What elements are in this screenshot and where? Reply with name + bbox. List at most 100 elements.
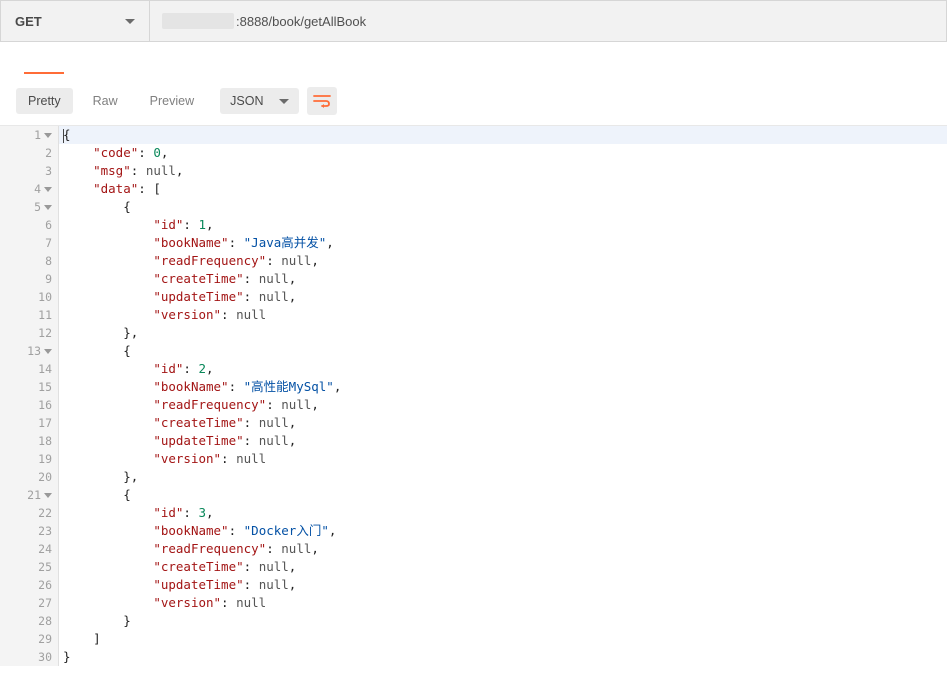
fold-toggle-icon[interactable]: [44, 349, 52, 354]
code-line[interactable]: 5 {: [0, 198, 947, 216]
line-number: 9: [0, 270, 59, 288]
line-number: 22: [0, 504, 59, 522]
code-content: "readFrequency": null,: [59, 540, 947, 558]
code-line[interactable]: 18 "updateTime": null,: [0, 432, 947, 450]
tab-pretty[interactable]: Pretty: [16, 88, 73, 114]
wrap-lines-button[interactable]: [307, 87, 337, 115]
line-number: 20: [0, 468, 59, 486]
line-number: 29: [0, 630, 59, 648]
code-line[interactable]: 19 "version": null: [0, 450, 947, 468]
response-body-viewer[interactable]: 1{2 "code": 0,3 "msg": null,4 "data": [5…: [0, 125, 947, 666]
code-line[interactable]: 15 "bookName": "高性能MySql",: [0, 378, 947, 396]
code-content: "version": null: [59, 450, 947, 468]
code-content: }: [59, 648, 947, 666]
line-number: 23: [0, 522, 59, 540]
code-line[interactable]: 27 "version": null: [0, 594, 947, 612]
code-line[interactable]: 16 "readFrequency": null,: [0, 396, 947, 414]
line-number: 2: [0, 144, 59, 162]
code-line[interactable]: 10 "updateTime": null,: [0, 288, 947, 306]
code-content: ]: [59, 630, 947, 648]
code-line[interactable]: 14 "id": 2,: [0, 360, 947, 378]
code-content: "updateTime": null,: [59, 432, 947, 450]
fold-toggle-icon[interactable]: [44, 205, 52, 210]
code-line[interactable]: 21 {: [0, 486, 947, 504]
fold-toggle-icon[interactable]: [44, 187, 52, 192]
active-tab-underline: [24, 72, 64, 74]
http-method-label: GET: [15, 14, 42, 29]
line-number: 11: [0, 306, 59, 324]
code-content: "bookName": "Java高并发",: [59, 234, 947, 252]
code-content: "id": 1,: [59, 216, 947, 234]
response-view-controls: Pretty Raw Preview JSON: [0, 75, 947, 125]
code-content: "id": 3,: [59, 504, 947, 522]
code-line[interactable]: 22 "id": 3,: [0, 504, 947, 522]
code-line[interactable]: 13 {: [0, 342, 947, 360]
request-bar: GET :8888/book/getAllBook: [0, 0, 947, 42]
code-content: "code": 0,: [59, 144, 947, 162]
line-number: 3: [0, 162, 59, 180]
code-line[interactable]: 23 "bookName": "Docker入门",: [0, 522, 947, 540]
tab-underline-row: [0, 42, 947, 75]
tab-preview[interactable]: Preview: [138, 88, 206, 114]
format-label: JSON: [230, 94, 263, 108]
code-line[interactable]: 2 "code": 0,: [0, 144, 947, 162]
line-number: 1: [0, 126, 59, 144]
code-content: "updateTime": null,: [59, 288, 947, 306]
code-content: "bookName": "Docker入门",: [59, 522, 947, 540]
redacted-host: [162, 13, 234, 29]
code-content: "version": null: [59, 594, 947, 612]
code-content: "data": [: [59, 180, 947, 198]
code-line[interactable]: 3 "msg": null,: [0, 162, 947, 180]
code-line[interactable]: 28 }: [0, 612, 947, 630]
code-content: "updateTime": null,: [59, 576, 947, 594]
line-number: 6: [0, 216, 59, 234]
code-content: "id": 2,: [59, 360, 947, 378]
line-number: 19: [0, 450, 59, 468]
code-line[interactable]: 20 },: [0, 468, 947, 486]
line-number: 27: [0, 594, 59, 612]
code-line[interactable]: 12 },: [0, 324, 947, 342]
fold-toggle-icon[interactable]: [44, 133, 52, 138]
code-content: "msg": null,: [59, 162, 947, 180]
fold-toggle-icon[interactable]: [44, 493, 52, 498]
line-number: 4: [0, 180, 59, 198]
code-line[interactable]: 1{: [0, 126, 947, 144]
request-url-text: :8888/book/getAllBook: [236, 14, 366, 29]
code-line[interactable]: 24 "readFrequency": null,: [0, 540, 947, 558]
code-line[interactable]: 26 "updateTime": null,: [0, 576, 947, 594]
line-number: 10: [0, 288, 59, 306]
line-number: 12: [0, 324, 59, 342]
line-number: 26: [0, 576, 59, 594]
code-line[interactable]: 4 "data": [: [0, 180, 947, 198]
line-number: 25: [0, 558, 59, 576]
request-url-input[interactable]: :8888/book/getAllBook: [150, 1, 946, 41]
chevron-down-icon: [279, 99, 289, 104]
http-method-select[interactable]: GET: [1, 1, 150, 41]
line-number: 15: [0, 378, 59, 396]
line-number: 8: [0, 252, 59, 270]
code-content: {: [59, 342, 947, 360]
code-line[interactable]: 9 "createTime": null,: [0, 270, 947, 288]
code-content: "readFrequency": null,: [59, 252, 947, 270]
code-line[interactable]: 6 "id": 1,: [0, 216, 947, 234]
code-content: "version": null: [59, 306, 947, 324]
line-number: 18: [0, 432, 59, 450]
code-content: "bookName": "高性能MySql",: [59, 378, 947, 396]
code-line[interactable]: 8 "readFrequency": null,: [0, 252, 947, 270]
code-line[interactable]: 7 "bookName": "Java高并发",: [0, 234, 947, 252]
chevron-down-icon: [125, 19, 135, 24]
line-number: 7: [0, 234, 59, 252]
code-line[interactable]: 17 "createTime": null,: [0, 414, 947, 432]
code-line[interactable]: 29 ]: [0, 630, 947, 648]
line-number: 17: [0, 414, 59, 432]
line-number: 24: [0, 540, 59, 558]
code-content: },: [59, 324, 947, 342]
line-number: 21: [0, 486, 59, 504]
line-number: 5: [0, 198, 59, 216]
format-select[interactable]: JSON: [220, 88, 299, 114]
code-line[interactable]: 11 "version": null: [0, 306, 947, 324]
tab-raw[interactable]: Raw: [81, 88, 130, 114]
code-line[interactable]: 30}: [0, 648, 947, 666]
code-line[interactable]: 25 "createTime": null,: [0, 558, 947, 576]
code-content: "createTime": null,: [59, 414, 947, 432]
